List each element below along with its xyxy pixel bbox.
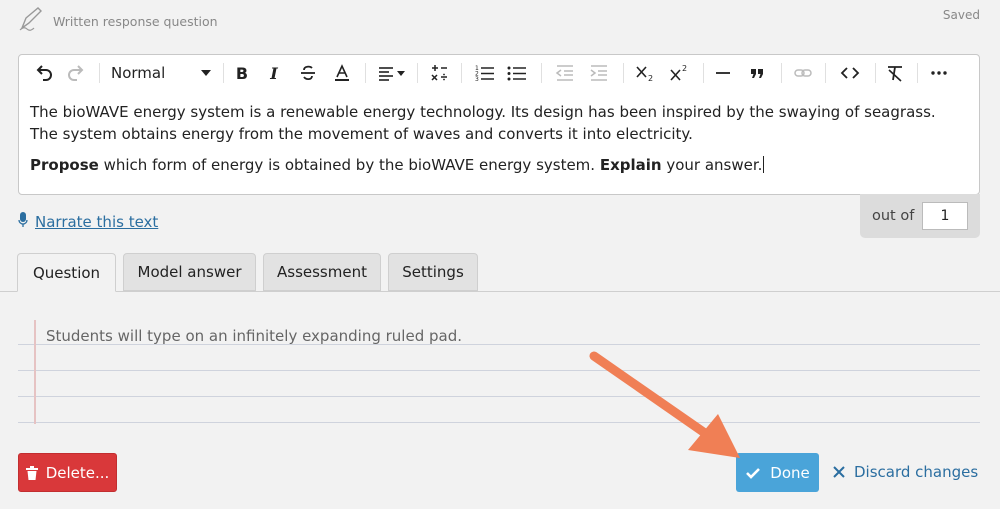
delete-label: Delete... [45, 463, 110, 482]
code-icon[interactable] [833, 60, 867, 86]
toolbar-divider [99, 63, 100, 83]
rich-text-editor[interactable]: Normal B I 123 2 2 The bioWAVE energy sy… [18, 54, 980, 195]
check-icon [745, 466, 761, 480]
done-label: Done [770, 463, 810, 482]
ruled-pad-preview: Students will type on an infinitely expa… [18, 314, 980, 426]
discard-label: Discard changes [854, 463, 979, 481]
question-paragraph: The bioWAVE energy system is a renewable… [30, 103, 936, 143]
link-icon[interactable] [789, 60, 817, 86]
narrate-label: Narrate this text [35, 212, 159, 231]
more-options-icon[interactable] [925, 60, 953, 86]
editor-toolbar: Normal B I 123 2 2 [19, 55, 979, 91]
ruled-line [18, 422, 980, 423]
toolbar-divider [917, 63, 918, 83]
ruled-line [18, 396, 980, 397]
math-icon[interactable] [425, 60, 453, 86]
toolbar-divider [703, 63, 704, 83]
delete-button[interactable]: Delete... [18, 453, 117, 492]
blockquote-icon[interactable] [743, 60, 771, 86]
toolbar-divider [365, 63, 366, 83]
redo-icon[interactable] [63, 60, 89, 86]
microphone-icon [18, 211, 28, 232]
horizontal-rule-icon[interactable] [709, 60, 737, 86]
marks-panel: out of 1 [860, 194, 980, 238]
toolbar-divider [623, 63, 624, 83]
bold-icon[interactable]: B [229, 60, 255, 86]
bullet-list-icon[interactable] [503, 60, 531, 86]
pad-margin-line [34, 320, 36, 424]
prompt-text-end: your answer. [661, 156, 763, 174]
clear-formatting-icon[interactable] [881, 60, 909, 86]
narrate-link[interactable]: Narrate this text [18, 211, 158, 232]
svg-text:3: 3 [475, 76, 479, 82]
pad-hint: Students will type on an infinitely expa… [46, 327, 462, 345]
superscript-icon[interactable]: 2 [665, 60, 693, 86]
trash-icon [25, 465, 38, 480]
tab-question[interactable]: Question [17, 253, 116, 292]
marks-input[interactable]: 1 [922, 202, 968, 230]
text-color-icon[interactable] [329, 60, 355, 86]
toolbar-divider [825, 63, 826, 83]
subscript-icon[interactable]: 2 [631, 60, 659, 86]
discard-changes-link[interactable]: Discard changes [833, 463, 978, 481]
toolbar-divider [417, 63, 418, 83]
editor-content[interactable]: The bioWAVE energy system is a renewable… [30, 101, 967, 185]
svg-text:2: 2 [648, 74, 653, 82]
text-cursor [763, 156, 765, 173]
numbered-list-icon[interactable]: 123 [471, 60, 499, 86]
prompt-text: which form of energy is obtained by the … [98, 156, 600, 174]
ruled-line [18, 370, 980, 371]
strikethrough-icon[interactable] [295, 60, 321, 86]
indent-icon[interactable] [585, 60, 613, 86]
format-select-value: Normal [111, 64, 166, 82]
question-type-title: Written response question [53, 14, 218, 29]
done-button[interactable]: Done [736, 453, 819, 492]
command-term-explain: Explain [599, 156, 662, 174]
pencil-icon [18, 6, 44, 32]
undo-icon[interactable] [31, 60, 57, 86]
question-prompt: Propose which form of energy is obtained… [30, 154, 967, 176]
chevron-down-icon [201, 70, 211, 76]
format-select[interactable]: Normal [111, 60, 211, 86]
tab-settings[interactable]: Settings [388, 253, 478, 291]
outdent-icon[interactable] [551, 60, 579, 86]
toolbar-divider [875, 63, 876, 83]
marks-label: out of [872, 208, 915, 224]
toolbar-divider [781, 63, 782, 83]
align-icon[interactable] [375, 60, 409, 86]
italic-icon[interactable]: I [261, 60, 287, 86]
toolbar-divider [541, 63, 542, 83]
toolbar-divider [461, 63, 462, 83]
svg-text:2: 2 [682, 64, 687, 73]
tab-model-answer[interactable]: Model answer [123, 253, 256, 291]
command-term-propose: Propose [30, 156, 99, 174]
toolbar-divider [223, 63, 224, 83]
save-status: Saved [942, 8, 980, 22]
tabs-divider [0, 291, 1000, 292]
close-icon [833, 466, 845, 478]
tab-assessment[interactable]: Assessment [263, 253, 381, 291]
